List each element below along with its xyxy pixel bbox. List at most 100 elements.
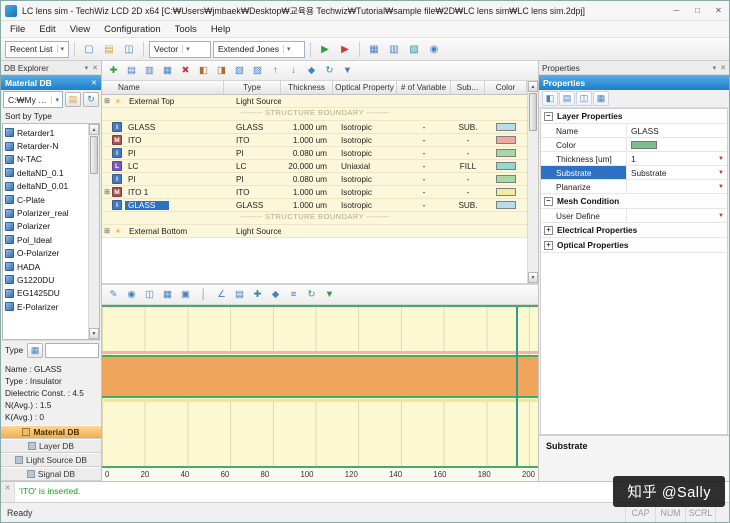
- expander-icon[interactable]: ⊞: [102, 227, 112, 235]
- export-view-icon[interactable]: ▼: [321, 286, 338, 303]
- scroll-down-icon[interactable]: ▼: [89, 328, 99, 339]
- scroll-thumb[interactable]: [90, 136, 98, 174]
- refresh-icon[interactable]: ↻: [321, 62, 338, 79]
- menu-item[interactable]: View: [63, 21, 97, 37]
- zoom-icon[interactable]: ◉: [123, 286, 140, 303]
- delete-layer-icon[interactable]: ✖: [177, 62, 194, 79]
- pin-icon[interactable]: ▾: [85, 64, 89, 72]
- close-icon[interactable]: ✕: [91, 79, 97, 87]
- collapse-icon[interactable]: [544, 111, 553, 121]
- angle-icon[interactable]: ∠: [213, 286, 230, 303]
- layer-color-swatch[interactable]: [496, 123, 516, 131]
- split-layer-icon[interactable]: ◧: [195, 62, 212, 79]
- material-list-item[interactable]: C-Plate: [3, 193, 88, 206]
- db-path-combo[interactable]: C:₩My Tech: [3, 91, 63, 108]
- scroll-down-icon[interactable]: ▼: [528, 272, 538, 283]
- expand-icon[interactable]: [544, 225, 553, 235]
- layer-row[interactable]: I PI PI 0.080 um Isotropic - -: [102, 147, 527, 160]
- open-file-icon[interactable]: ▤: [100, 40, 118, 58]
- layer-table-scrollbar[interactable]: ▲ ▼: [527, 81, 538, 283]
- legend-icon[interactable]: ≡: [285, 286, 302, 303]
- material-list-item[interactable]: Polarizer_real: [3, 206, 88, 219]
- menu-item[interactable]: Configuration: [97, 21, 168, 37]
- layer-row[interactable]: I GLASS GLASS 1.000 um Isotropic - SUB.: [102, 121, 527, 134]
- layers-view-icon[interactable]: ▤: [231, 286, 248, 303]
- lc-layer-band[interactable]: [102, 354, 538, 398]
- expand-icon[interactable]: [544, 240, 553, 250]
- alphabetical-icon[interactable]: ▤: [559, 91, 575, 106]
- fit-view-icon[interactable]: ▣: [177, 286, 194, 303]
- material-list-item[interactable]: Retarder1: [3, 126, 88, 139]
- scroll-up-icon[interactable]: ▲: [89, 124, 99, 135]
- layer-row[interactable]: I PI PI 0.080 um Isotropic - -: [102, 173, 527, 186]
- section-layer-properties[interactable]: Layer Properties: [541, 109, 727, 124]
- redraw-icon[interactable]: ↻: [303, 286, 320, 303]
- dropdown-arrow-icon[interactable]: [718, 184, 727, 190]
- layer-row[interactable]: I GLASS GLASS 1.000 um Isotropic - SUB.: [102, 199, 527, 212]
- db-tab[interactable]: Light Source DB: [1, 453, 101, 467]
- pin-panel-icon[interactable]: ▦: [593, 91, 609, 106]
- info-icon[interactable]: ◉: [425, 40, 443, 58]
- property-row-planarize[interactable]: Planarize: [541, 180, 727, 194]
- insert-below-icon[interactable]: ▥: [141, 62, 158, 79]
- add-layer-icon[interactable]: ✚: [105, 62, 122, 79]
- collapse-icon[interactable]: [544, 196, 553, 206]
- layer-row[interactable]: ⊞ M ITO 1 ITO 1.000 um Isotropic - -: [102, 186, 527, 199]
- material-list-item[interactable]: HADA: [3, 260, 88, 273]
- layer-color-swatch[interactable]: [496, 188, 516, 196]
- layer-color-swatch[interactable]: [496, 201, 516, 209]
- dropdown-arrow-icon[interactable]: [718, 170, 727, 176]
- material-list-scrollbar[interactable]: ▲ ▼: [88, 124, 99, 339]
- section-electrical-properties[interactable]: Electrical Properties: [541, 223, 727, 238]
- axes-icon[interactable]: ✚: [249, 286, 266, 303]
- browse-folder-icon[interactable]: ▤: [65, 92, 81, 107]
- expander-icon[interactable]: ⊞: [102, 97, 112, 105]
- scroll-up-icon[interactable]: ▲: [528, 81, 538, 92]
- anchor-icon[interactable]: ◆: [303, 62, 320, 79]
- scroll-thumb[interactable]: [529, 93, 537, 131]
- apply-down-icon[interactable]: ▼: [339, 62, 356, 79]
- grid-toggle-icon[interactable]: ▦: [159, 286, 176, 303]
- dropdown-arrow-icon[interactable]: [718, 213, 727, 219]
- edit-icon[interactable]: ✎: [105, 286, 122, 303]
- snap-icon[interactable]: ◆: [267, 286, 284, 303]
- expander-icon[interactable]: ⊞: [102, 188, 112, 196]
- ruler-icon[interactable]: │: [195, 286, 212, 303]
- material-list-item[interactable]: deltaND_0.01: [3, 180, 88, 193]
- db-tab[interactable]: Layer DB: [1, 439, 101, 453]
- layer-color-swatch[interactable]: [496, 136, 516, 144]
- material-list-item[interactable]: Polarizer: [3, 220, 88, 233]
- external-top-row[interactable]: ⊞ ☀ External Top Light Source: [102, 95, 527, 108]
- result-table-icon[interactable]: ▦: [365, 40, 383, 58]
- menu-item[interactable]: Edit: [32, 21, 62, 37]
- property-row-name[interactable]: Name GLASS: [541, 124, 727, 138]
- property-pages-icon[interactable]: ◫: [576, 91, 592, 106]
- section-mesh-condition[interactable]: Mesh Condition: [541, 194, 727, 209]
- db-tab[interactable]: Material DB: [1, 425, 101, 439]
- type-filter-input[interactable]: [45, 342, 99, 358]
- move-down-icon[interactable]: ↓: [285, 62, 302, 79]
- layer-color-swatch[interactable]: [496, 175, 516, 183]
- new-file-icon[interactable]: ▢: [80, 40, 98, 58]
- run-all-icon[interactable]: ▶: [336, 40, 354, 58]
- merge-layer-icon[interactable]: ◨: [213, 62, 230, 79]
- move-up-icon[interactable]: ↑: [267, 62, 284, 79]
- property-row-color[interactable]: Color: [541, 138, 727, 152]
- type-filter-icon[interactable]: ▦: [27, 342, 44, 358]
- layer-color-value-swatch[interactable]: [631, 140, 657, 149]
- pattern-layer-icon[interactable]: ▧: [231, 62, 248, 79]
- dropdown-arrow-icon[interactable]: [718, 156, 727, 162]
- copy-layer-icon[interactable]: ▦: [159, 62, 176, 79]
- method-combo[interactable]: Extended Jones: [213, 40, 305, 58]
- mask-layer-icon[interactable]: ▨: [249, 62, 266, 79]
- insert-above-icon[interactable]: ▤: [123, 62, 140, 79]
- close-button[interactable]: ✕: [708, 2, 729, 20]
- layer-color-swatch[interactable]: [496, 149, 516, 157]
- cross-section-view[interactable]: [102, 305, 538, 468]
- material-list-item[interactable]: Retarder-N: [3, 139, 88, 152]
- property-row-substrate[interactable]: Substrate Substrate: [541, 166, 727, 180]
- external-bottom-row[interactable]: ⊞ ☀ External Bottom Light Source: [102, 225, 527, 238]
- categorized-icon[interactable]: ◧: [542, 91, 558, 106]
- menu-item[interactable]: Tools: [168, 21, 204, 37]
- minimize-button[interactable]: ─: [666, 2, 687, 20]
